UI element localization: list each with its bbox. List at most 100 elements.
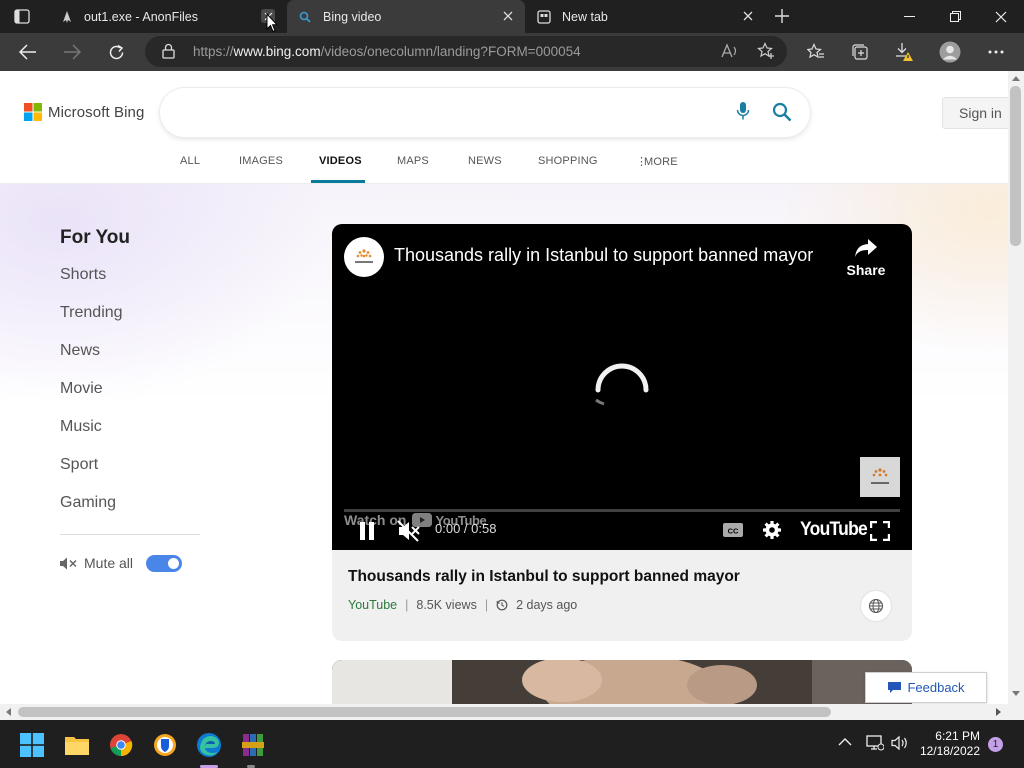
bitwarden-icon[interactable] [146,726,184,764]
muted-volume-icon[interactable] [397,520,421,542]
settings-gear-icon[interactable] [762,520,782,540]
minimize-icon[interactable] [886,0,932,33]
globe-icon[interactable] [861,591,891,621]
video-views: 8.5K views [416,598,477,612]
feedback-label: Feedback [907,680,965,695]
share-button[interactable]: Share [837,238,895,278]
restore-icon[interactable] [932,0,978,33]
winrar-icon[interactable] [234,726,272,764]
file-explorer-icon[interactable] [58,726,96,764]
edge-icon[interactable] [190,726,228,764]
tab-actions-icon[interactable] [14,9,30,24]
settings-more-icon[interactable] [978,33,1014,71]
player-video-title[interactable]: Thousands rally in Istanbul to support b… [394,245,813,266]
tab-videos[interactable]: VIDEOS [319,155,362,167]
vertical-scroll-thumb[interactable] [1010,86,1021,246]
tab-more[interactable]: ⋮MORE [636,155,678,168]
refresh-icon[interactable] [98,33,134,71]
sign-in-button[interactable]: Sign in [942,97,1008,129]
sidebar-item-trending[interactable]: Trending [60,304,123,322]
fullscreen-icon[interactable] [870,521,890,541]
chrome-icon[interactable] [102,726,140,764]
scrollbar-corner [1008,704,1024,720]
bing-logo[interactable]: Microsoft Bing [24,103,144,121]
pause-icon[interactable] [358,521,376,541]
tab-shopping[interactable]: SHOPPING [538,155,598,167]
search-input[interactable] [160,88,810,137]
sidebar-heading[interactable]: For You [60,227,130,249]
close-tab-icon[interactable] [741,9,755,23]
sidebar-item-gaming[interactable]: Gaming [60,494,116,512]
anonfiles-icon [60,10,74,24]
tab-bing-video[interactable]: Bing video [287,0,525,33]
scroll-down-icon[interactable] [1012,691,1020,697]
windows-start-icon[interactable] [13,726,51,764]
tab-title: out1.exe - AnonFiles [84,9,198,24]
sidebar-item-movie[interactable]: Movie [60,380,103,398]
tab-new-tab[interactable]: New tab [527,0,765,33]
clock-date: 12/18/2022 [919,744,980,758]
address-bar[interactable]: https://www.bing.com/videos/onecolumn/la… [145,36,787,67]
meta-separator: | [405,598,409,612]
network-icon[interactable] [866,735,884,751]
more-label: MORE [644,156,678,168]
volume-icon[interactable] [891,735,909,751]
notification-badge[interactable]: 1 [988,737,1003,752]
sidebar-item-shorts[interactable]: Shorts [60,266,106,284]
profile-avatar[interactable] [932,33,968,71]
meta-separator: | [484,598,489,612]
collections-icon[interactable] [842,33,878,71]
video-card[interactable]: Thousands rally in Istanbul to support b… [332,224,912,641]
downloads-icon[interactable] [886,33,922,71]
video-age: 2 days ago [516,598,578,612]
next-video-card-thumbnail[interactable] [332,660,912,704]
scroll-right-icon[interactable] [996,708,1002,716]
reuters-channel-avatar[interactable] [344,237,384,277]
video-player[interactable]: Thousands rally in Istanbul to support b… [332,224,912,550]
tab-news[interactable]: NEWS [468,155,502,167]
lock-icon[interactable] [162,43,175,59]
mute-all-toggle[interactable] [146,555,182,572]
show-hidden-icons-chevron-icon[interactable] [838,737,852,746]
toggle-knob [168,558,179,569]
url-domain: www.bing.com [233,44,321,59]
sidebar-item-news[interactable]: News [60,342,100,360]
sidebar-item-sport[interactable]: Sport [60,456,98,474]
search-icon[interactable] [772,102,792,122]
url-path: /videos/onecolumn/landing?FORM=000054 [320,44,581,59]
svg-text:CC: CC [728,527,739,536]
taskbar [0,720,1024,768]
back-icon[interactable] [10,33,46,71]
feedback-icon [888,682,902,693]
read-aloud-icon[interactable] [721,43,739,59]
horizontal-scroll-thumb[interactable] [18,707,831,717]
closed-captions-icon[interactable]: CC [722,522,744,538]
browser-toolbar: https://www.bing.com/videos/onecolumn/la… [0,33,1024,71]
forward-icon[interactable] [54,33,90,71]
close-window-icon[interactable] [978,0,1024,33]
sidebar-divider [60,534,200,535]
favorites-icon[interactable] [798,33,834,71]
scroll-up-icon[interactable] [1012,75,1020,81]
tab-images[interactable]: IMAGES [239,155,283,167]
tab-title: New tab [562,9,608,24]
tab-all[interactable]: ALL [180,155,200,167]
microphone-icon[interactable] [736,101,750,121]
new-tab-icon [537,9,551,24]
mute-all-label: Mute all [84,555,134,571]
youtube-logo-button[interactable]: YouTube [800,519,868,541]
sidebar-item-music[interactable]: Music [60,418,102,436]
url-text[interactable]: https://www.bing.com/videos/onecolumn/la… [193,44,581,59]
tab-maps[interactable]: MAPS [397,155,429,167]
system-clock[interactable]: 6:21 PM 12/18/2022 [918,729,980,759]
video-title[interactable]: Thousands rally in Istanbul to support b… [348,568,740,586]
feedback-button[interactable]: Feedback [865,672,987,703]
tab-anonfiles[interactable]: out1.exe - AnonFiles [48,0,285,33]
timecode: 0:00 / 0:58 [435,521,497,536]
close-tab-icon[interactable] [501,9,515,23]
scroll-left-icon[interactable] [5,708,11,716]
mute-speaker-icon [59,556,77,571]
add-favorite-icon[interactable] [757,42,775,60]
video-source[interactable]: YouTube [348,598,397,612]
new-tab-plus-icon[interactable] [774,8,790,24]
